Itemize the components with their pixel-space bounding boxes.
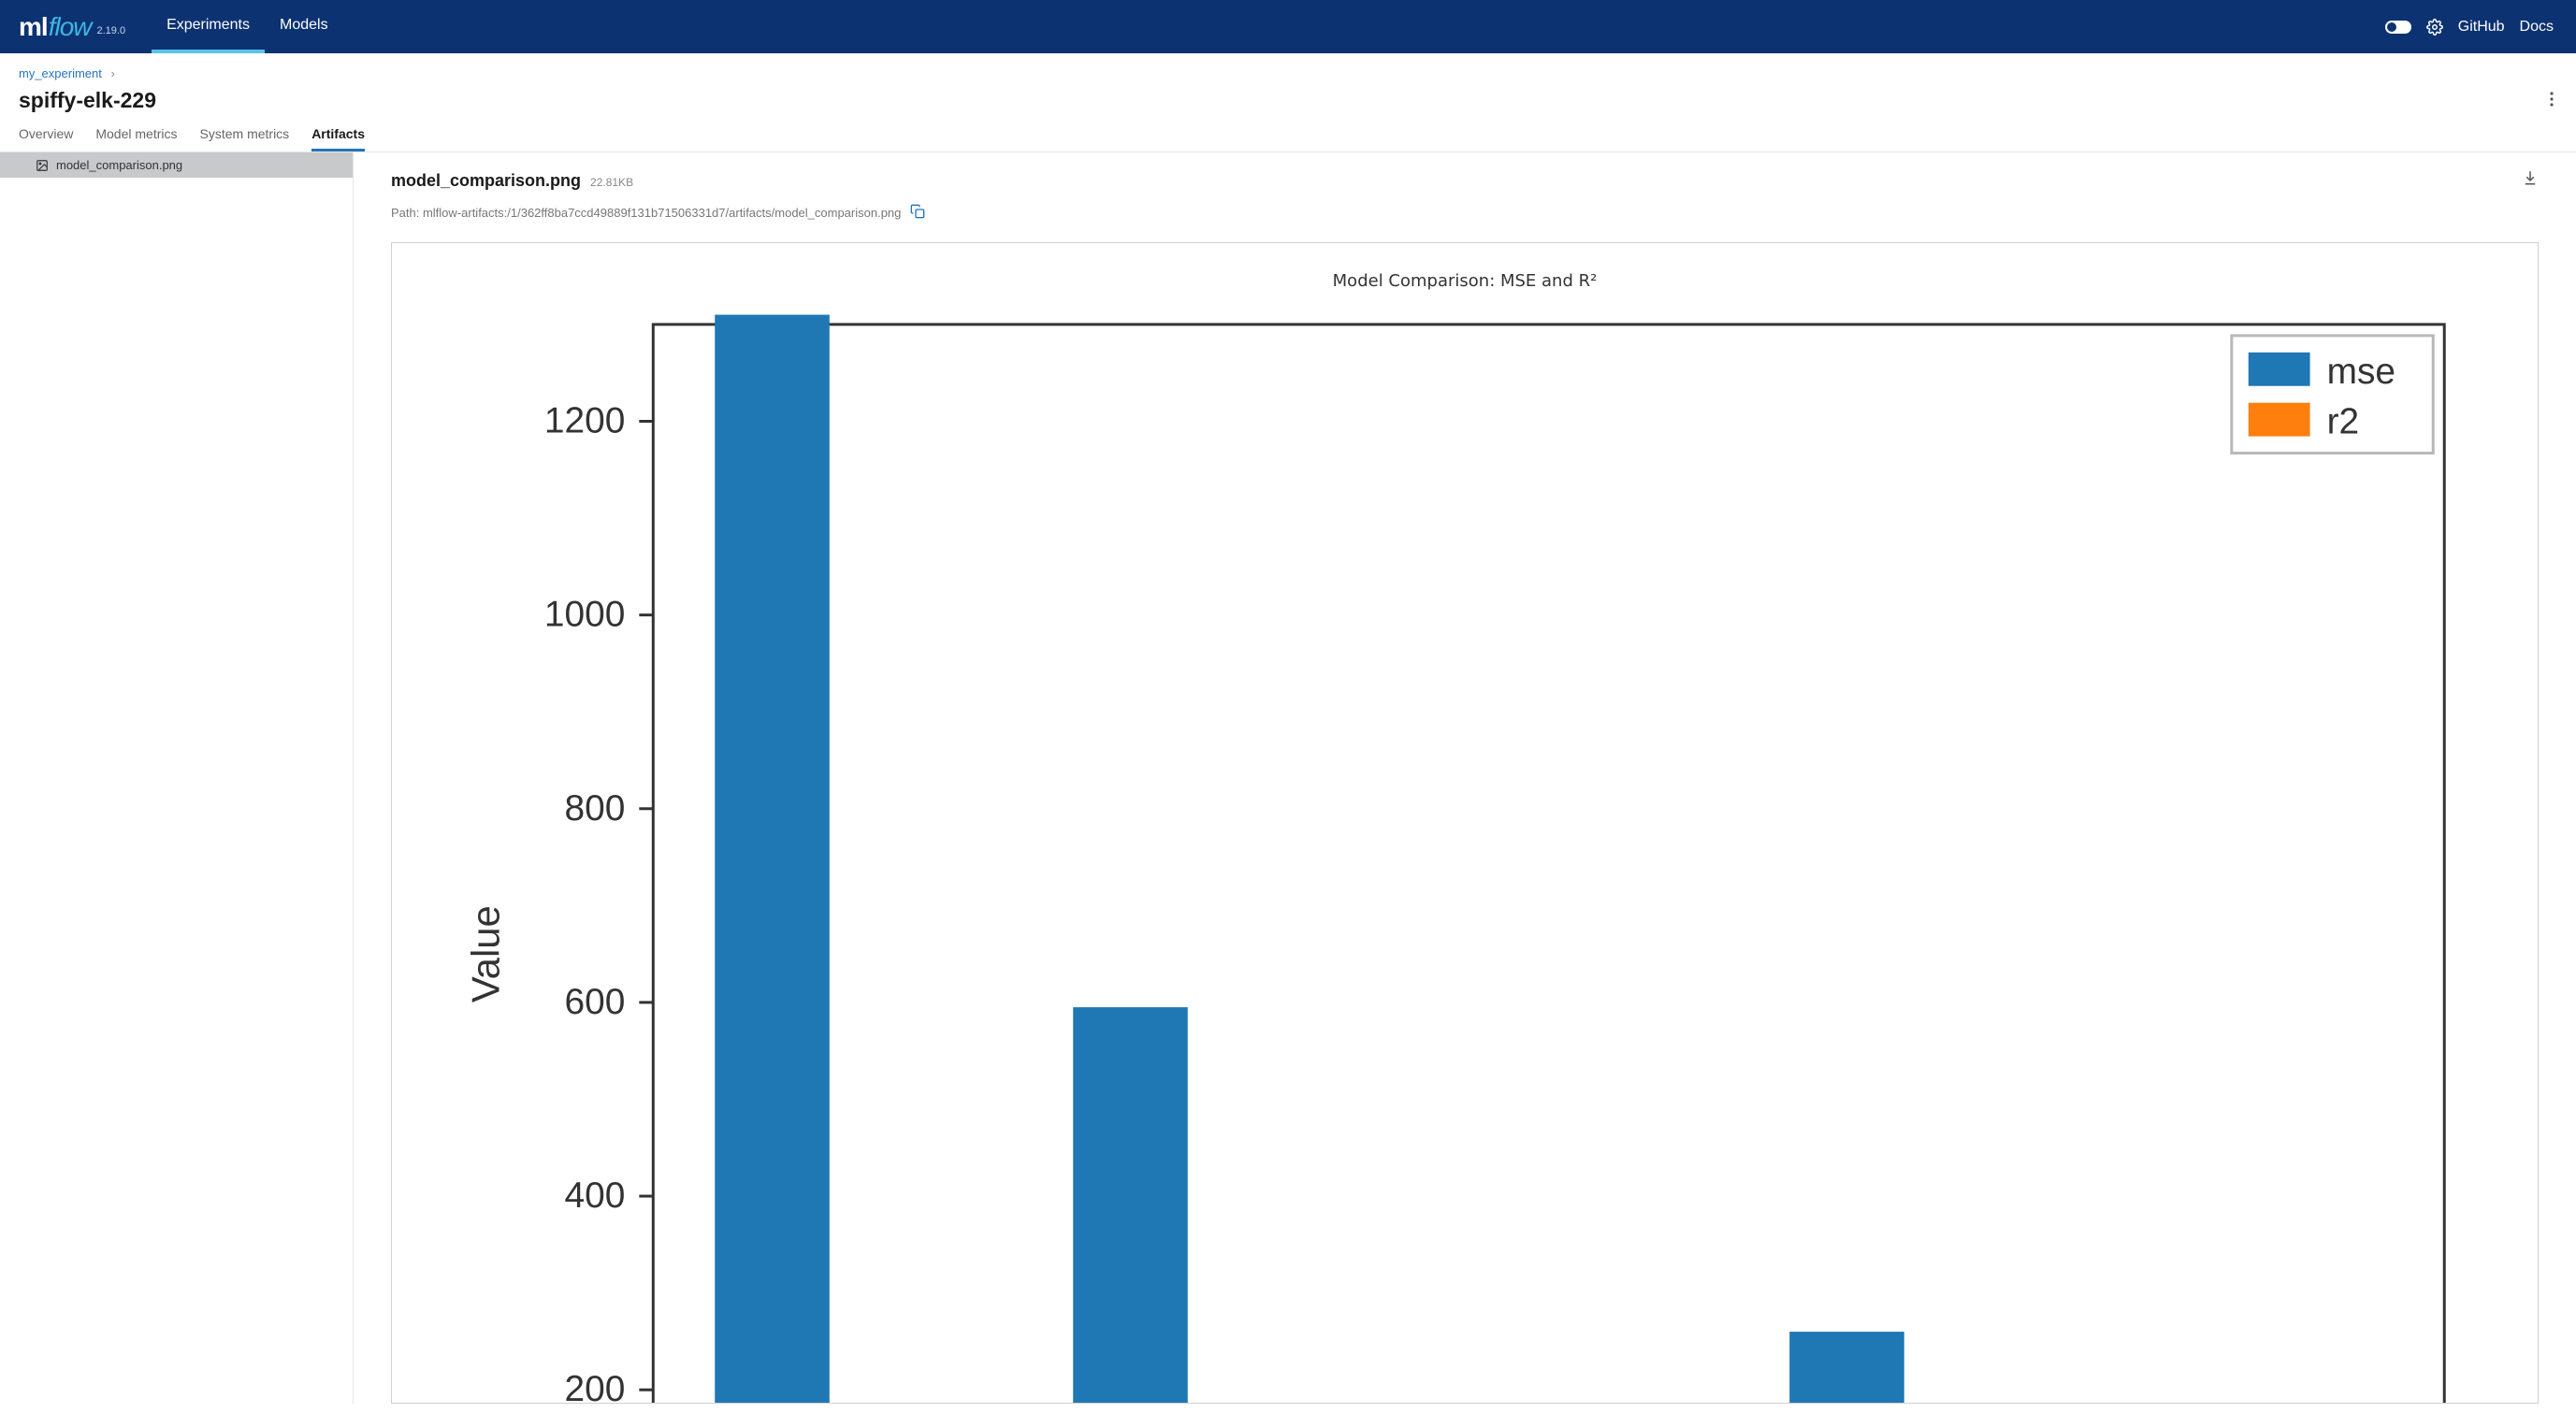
artifact-tree-item-label: model_comparison.png	[56, 158, 182, 172]
copy-icon	[910, 204, 925, 219]
download-button[interactable]	[2522, 169, 2539, 189]
nav-link-docs[interactable]: Docs	[2520, 19, 2554, 36]
logo-flow: flow	[49, 12, 92, 42]
tab-artifacts[interactable]: Artifacts	[311, 126, 365, 151]
breadcrumb: my_experiment ›	[19, 66, 2557, 80]
tab-overview[interactable]: Overview	[19, 126, 73, 151]
svg-text:600: 600	[564, 982, 625, 1022]
run-sub-tabs: Overview Model metrics System metrics Ar…	[0, 117, 2576, 152]
page-header: my_experiment › spiffy-elk-229	[0, 53, 2576, 117]
chart-svg: 020040060080010001200Valueion Treen Fore…	[401, 296, 2528, 1404]
nav-tab-experiments[interactable]: Experiments	[152, 0, 265, 53]
svg-text:200: 200	[564, 1369, 625, 1404]
artifact-preview: Model Comparison: MSE and R² 02004006008…	[391, 242, 2539, 1404]
artifacts-layout: model_comparison.png model_comparison.pn…	[0, 152, 2576, 1404]
tab-system-metrics[interactable]: System metrics	[200, 126, 290, 151]
artifact-tree-item[interactable]: model_comparison.png	[0, 152, 353, 178]
svg-text:1000: 1000	[544, 595, 625, 635]
svg-text:r2: r2	[2327, 402, 2360, 442]
breadcrumb-separator: ›	[111, 66, 115, 80]
artifact-detail: model_comparison.png 22.81KB Path: mlflo…	[354, 152, 2576, 1404]
top-navbar: ml flow 2.19.0 Experiments Models GitHub…	[0, 0, 2576, 53]
nav-link-github[interactable]: GitHub	[2458, 19, 2505, 36]
more-actions-button[interactable]	[2550, 92, 2557, 109]
nav-tabs: Experiments Models	[152, 0, 343, 53]
artifact-filename: model_comparison.png	[391, 171, 581, 191]
artifact-path: Path: mlflow-artifacts:/1/362ff8ba7ccd49…	[391, 206, 901, 220]
artifact-filesize: 22.81KB	[590, 176, 633, 189]
logo-version: 2.19.0	[96, 25, 125, 36]
nav-tab-models[interactable]: Models	[265, 0, 343, 53]
svg-text:400: 400	[564, 1175, 625, 1216]
copy-path-button[interactable]	[910, 204, 925, 222]
mlflow-logo[interactable]: ml flow 2.19.0	[19, 12, 125, 42]
tab-model-metrics[interactable]: Model metrics	[95, 126, 177, 151]
svg-text:1200: 1200	[544, 400, 625, 440]
artifact-tree: model_comparison.png	[0, 152, 354, 1404]
svg-text:Value: Value	[464, 905, 508, 1002]
kebab-icon	[2550, 92, 2554, 107]
image-file-icon	[36, 159, 49, 172]
gear-icon[interactable]	[2426, 19, 2443, 36]
theme-toggle[interactable]	[2385, 21, 2411, 34]
svg-text:mse: mse	[2327, 352, 2395, 392]
chart-title: Model Comparison: MSE and R²	[401, 271, 2528, 291]
page-title: spiffy-elk-229	[19, 88, 156, 113]
svg-text:800: 800	[564, 788, 625, 829]
download-icon	[2522, 169, 2539, 186]
breadcrumb-experiment[interactable]: my_experiment	[19, 66, 102, 80]
logo-ml: ml	[19, 12, 48, 42]
